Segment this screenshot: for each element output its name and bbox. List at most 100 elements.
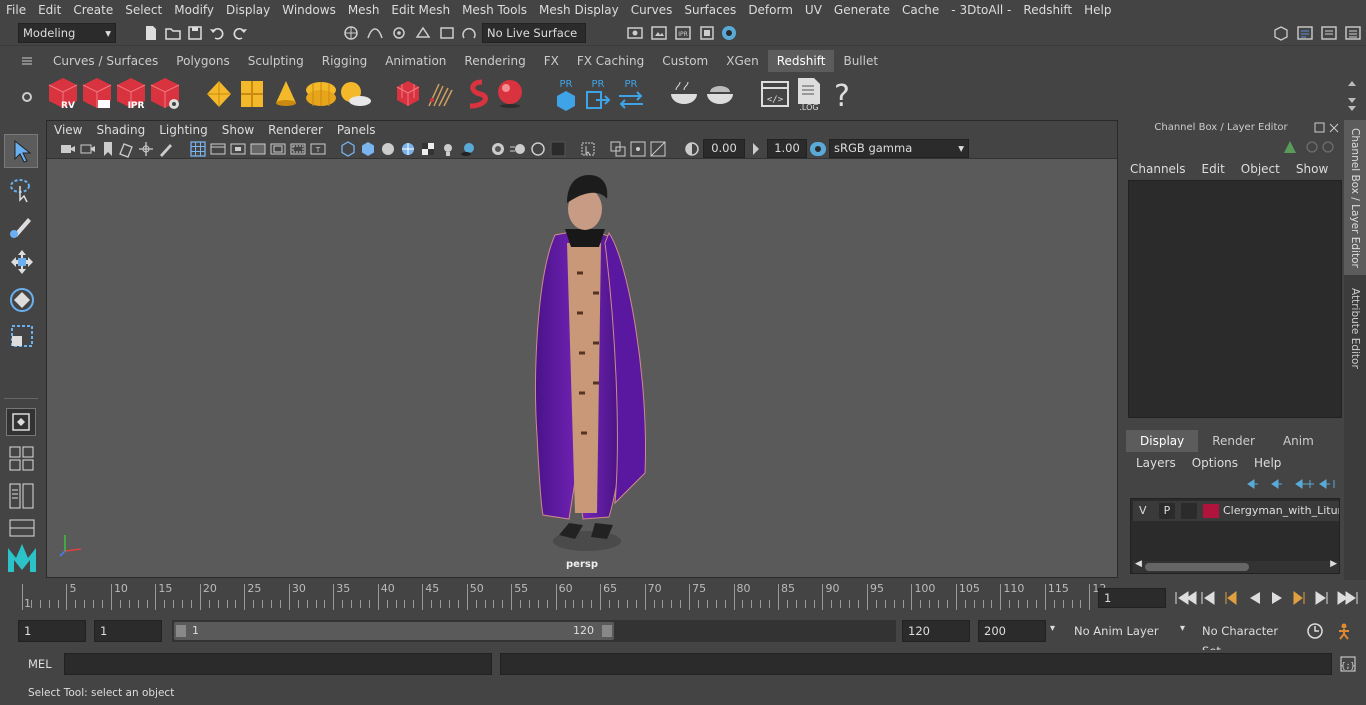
layer-editor-menu-item[interactable]: Help bbox=[1254, 456, 1281, 470]
snap-point-icon[interactable] bbox=[390, 24, 408, 42]
wireframe-on-shaded-icon[interactable] bbox=[399, 140, 417, 158]
four-pane-layout-icon[interactable] bbox=[8, 444, 36, 472]
attribute-editor-side-tab[interactable]: Attribute Editor bbox=[1344, 280, 1366, 375]
menu-item[interactable]: Modify bbox=[168, 3, 220, 17]
redshift-hair-icon[interactable] bbox=[426, 78, 456, 110]
channel-box-side-tab[interactable]: Channel Box / Layer Editor bbox=[1344, 120, 1366, 275]
animation-preferences-icon[interactable] bbox=[1334, 622, 1354, 640]
redshift-render-settings-icon[interactable] bbox=[148, 76, 182, 112]
pr-export-icon[interactable]: PR bbox=[584, 76, 612, 112]
scroll-left-icon[interactable]: ◀ bbox=[1135, 559, 1142, 569]
image-plane-icon[interactable] bbox=[117, 140, 135, 158]
script-editor-icon[interactable]: </> bbox=[760, 78, 790, 110]
redshift-bake-icon[interactable] bbox=[668, 78, 700, 110]
layer-name[interactable]: Clergyman_with_Liturg bbox=[1223, 504, 1339, 517]
snap-surface-icon[interactable] bbox=[438, 24, 456, 42]
exposure-icon[interactable] bbox=[683, 140, 701, 158]
anim-layer-dropdown[interactable]: No Anim Layer bbox=[1068, 620, 1176, 642]
redshift-render-frame-icon[interactable] bbox=[80, 76, 114, 112]
menu-item[interactable]: Curves bbox=[625, 3, 679, 17]
grid-toggle-icon[interactable] bbox=[189, 140, 207, 158]
single-pane-layout-button[interactable] bbox=[6, 408, 36, 436]
xray-icon[interactable] bbox=[609, 140, 627, 158]
channel-box-menu-item[interactable]: Edit bbox=[1202, 162, 1225, 176]
channel-box-menu-item[interactable]: Channels bbox=[1130, 162, 1186, 176]
menu-item[interactable]: Generate bbox=[828, 3, 896, 17]
redshift-volume-icon[interactable] bbox=[462, 78, 490, 110]
viewport-menu-item[interactable]: Shading bbox=[89, 123, 152, 137]
channel-box-menu-item[interactable]: Show bbox=[1296, 162, 1328, 176]
smooth-shade-icon[interactable] bbox=[359, 140, 377, 158]
render-view-icon[interactable] bbox=[698, 24, 716, 42]
help-icon[interactable]: ? bbox=[830, 76, 854, 112]
playback-controls[interactable] bbox=[1174, 589, 1360, 607]
layer-editor-menu-item[interactable]: Layers bbox=[1136, 456, 1176, 470]
redshift-portal-light-icon[interactable] bbox=[238, 78, 266, 110]
layer-playback-toggle[interactable]: P bbox=[1159, 503, 1175, 519]
layer-action-icons[interactable] bbox=[1244, 476, 1338, 492]
resolution-gate-icon[interactable] bbox=[229, 140, 247, 158]
wireframe-icon[interactable] bbox=[339, 140, 357, 158]
render-frame-icon[interactable] bbox=[650, 24, 668, 42]
layer-editor-menu-item[interactable]: Options bbox=[1192, 456, 1238, 470]
graph-layout-icon[interactable] bbox=[8, 518, 36, 538]
chevron-down-icon[interactable]: ▾ bbox=[1050, 623, 1055, 634]
undo-icon[interactable] bbox=[208, 24, 226, 42]
character-set-dropdown[interactable]: No Character Set bbox=[1196, 620, 1300, 658]
menu-item[interactable]: Edit Mesh bbox=[385, 3, 456, 17]
use-lights-icon[interactable] bbox=[439, 140, 457, 158]
shelf-tab[interactable]: Animation bbox=[376, 50, 455, 72]
redshift-render-view-icon[interactable]: RV bbox=[46, 76, 80, 112]
redshift-sun-sky-icon[interactable] bbox=[338, 78, 372, 110]
layer-visibility-toggle[interactable]: V bbox=[1139, 504, 1147, 517]
select-tool-button[interactable] bbox=[4, 134, 38, 168]
viewport-menu-item[interactable]: View bbox=[47, 123, 89, 137]
paint-select-tool-icon[interactable] bbox=[8, 212, 36, 240]
menu-item[interactable]: Select bbox=[119, 3, 168, 17]
panel-float-close-icon[interactable] bbox=[1314, 122, 1342, 134]
menu-item[interactable]: Deform bbox=[742, 3, 799, 17]
menu-item[interactable]: File bbox=[0, 3, 32, 17]
menu-item[interactable]: Mesh bbox=[342, 3, 386, 17]
workspace-icon[interactable] bbox=[1272, 24, 1290, 42]
camera-attributes-icon[interactable] bbox=[79, 140, 97, 158]
shelf-tab[interactable]: FX bbox=[535, 50, 568, 72]
redshift-proxy-icon[interactable] bbox=[394, 78, 422, 110]
menu-item[interactable]: Surfaces bbox=[678, 3, 742, 17]
layer-color-swatch[interactable] bbox=[1203, 504, 1219, 518]
new-scene-icon[interactable] bbox=[142, 24, 160, 42]
menu-item[interactable]: Windows bbox=[276, 3, 342, 17]
range-start-grip[interactable] bbox=[176, 625, 186, 637]
scroll-right-icon[interactable]: ▶ bbox=[1330, 559, 1337, 569]
layer-reference-toggle[interactable] bbox=[1181, 503, 1197, 519]
menu-item[interactable]: Display bbox=[220, 3, 276, 17]
render-settings-icon[interactable] bbox=[626, 24, 644, 42]
shelf-tab[interactable]: Custom bbox=[653, 50, 717, 72]
redshift-bake-set-icon[interactable] bbox=[704, 78, 736, 110]
shelf-tab-menu-icon[interactable] bbox=[20, 54, 34, 68]
viewport-menu-item[interactable]: Show bbox=[215, 123, 261, 137]
redshift-ipr-icon[interactable]: IPR bbox=[114, 76, 148, 112]
film-gate-icon[interactable] bbox=[209, 140, 227, 158]
grease-pencil-icon[interactable] bbox=[157, 140, 175, 158]
menu-item[interactable]: Mesh Tools bbox=[456, 3, 533, 17]
redshift-material-ball-icon[interactable] bbox=[494, 78, 526, 110]
layer-row[interactable]: V P Clergyman_with_Liturg bbox=[1133, 501, 1339, 521]
shelf-tab[interactable]: Redshift bbox=[767, 50, 835, 72]
field-chart-icon[interactable] bbox=[269, 140, 287, 158]
clergyman-model[interactable] bbox=[507, 173, 667, 561]
menu-item[interactable]: Help bbox=[1078, 3, 1117, 17]
ambient-occlusion-icon[interactable] bbox=[489, 140, 507, 158]
channel-box-area[interactable] bbox=[1128, 180, 1342, 418]
viewport-menu-item[interactable]: Lighting bbox=[152, 123, 215, 137]
shelf-tab[interactable]: Sculpting bbox=[239, 50, 313, 72]
menu-item[interactable]: - 3DtoAll - bbox=[945, 3, 1017, 17]
range-slider-handle[interactable]: 1 120 bbox=[174, 622, 614, 640]
move-tool-icon[interactable] bbox=[8, 248, 36, 276]
auto-key-icon[interactable] bbox=[1306, 622, 1324, 640]
current-frame-field[interactable]: 1 bbox=[1098, 588, 1166, 608]
menu-item[interactable]: Edit bbox=[32, 3, 67, 17]
log-file-icon[interactable]: .LOG bbox=[794, 76, 824, 112]
pr-object-icon[interactable]: PR bbox=[552, 76, 580, 112]
tool-settings-toggle-icon[interactable] bbox=[1320, 24, 1338, 42]
